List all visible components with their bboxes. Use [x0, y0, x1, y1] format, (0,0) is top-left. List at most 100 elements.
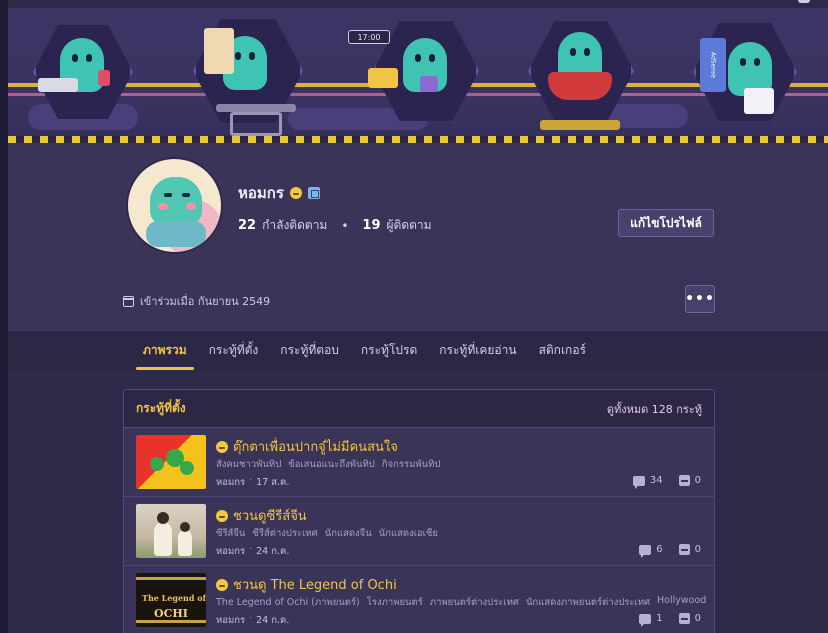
topic-meta: หอมกร · 24 ก.ค. [216, 544, 289, 559]
topic-row[interactable]: The Legend of OCHI ชวนดู The Legend of O… [124, 566, 714, 633]
topic-counts: 6 0 [639, 544, 701, 558]
member-badge-icon [307, 187, 320, 199]
profile-header: หอมกร 22 กำลังติดตาม • 19 ผู้ติดตาม แก้ไ… [8, 143, 828, 331]
comment-count: 1 [656, 613, 663, 624]
card-header: กระทู้ที่ตั้ง ดูทั้งหมด 128 กระทู้ [124, 390, 714, 428]
topic-title-text[interactable]: ชวนดู The Legend of Ochi [233, 574, 397, 595]
left-edge [0, 0, 8, 633]
topic-tags: The Legend of Ochi (ภาพยนตร์) โรงภาพยนตร… [216, 595, 706, 610]
topic-date: 24 ก.ค. [256, 615, 290, 626]
comment-count: 34 [649, 475, 663, 486]
card-title: กระทู้ที่ตั้ง [136, 401, 186, 415]
topic-tags: สังคมชาวพันทิป ข้อเสนอแนะถึงพันทิป กิจกร… [216, 457, 440, 472]
joined-date: เข้าร่วมเมื่อ กันยายน 2549 [123, 292, 270, 310]
followers-label[interactable]: ผู้ติดตาม [387, 216, 432, 235]
topic-meta: หอมกร · 24 ก.ค. [216, 613, 289, 628]
banner-stripe [8, 136, 828, 143]
vote-count: 0 [694, 613, 701, 624]
tag-link[interactable]: นักแสดงเอเชีย [379, 526, 438, 541]
smile-emoji-icon [216, 440, 228, 453]
comment-icon [639, 613, 652, 627]
profile-tabs: ภาพรวม กระทู้ที่ตั้ง กระทู้ที่ตอบ กระทู้… [8, 331, 828, 370]
topic-row[interactable]: ตุ๊กตาเพื่อนปากจู๋ไม่มีคนสนใจ สังคมชาวพั… [124, 428, 714, 497]
tag-link[interactable]: The Legend of Ochi (ภาพยนตร์) [216, 595, 360, 610]
laptop-prop [368, 68, 398, 88]
lift-prop [216, 104, 296, 112]
stat-separator: • [341, 218, 349, 233]
tag-link[interactable]: สังคมชาวพันทิป [216, 457, 281, 472]
joined-text: เข้าร่วมเมื่อ กันยายน 2549 [140, 295, 271, 308]
following-count[interactable]: 22 [238, 218, 256, 233]
tag-link[interactable]: ข้อเสนอแนะถึงพันทิป [288, 457, 375, 472]
flask-prop [420, 76, 438, 92]
comment-icon [632, 475, 645, 489]
adsense-phone: AdSense [700, 38, 726, 92]
tag-link[interactable]: กิจกรรมพันทิป [382, 457, 441, 472]
calendar-icon [123, 295, 134, 307]
avatar[interactable] [126, 157, 223, 254]
smile-emoji-icon [216, 509, 228, 522]
smile-emoji-icon [289, 187, 302, 199]
thumbnail-text: OCHI [154, 607, 188, 620]
tag-link[interactable]: Hollywood [657, 595, 706, 610]
laptop-prop [38, 78, 78, 92]
topic-title[interactable]: ชวนดูซีรีส์จีน [216, 505, 307, 526]
vote-icon [678, 475, 690, 486]
book-prop [98, 70, 110, 86]
username: หอมกร [238, 184, 284, 202]
topic-date: 17 ส.ค. [256, 477, 290, 488]
tab-favorite-topics[interactable]: กระทู้โปรด [350, 331, 428, 370]
more-options-button[interactable]: ••• [685, 285, 715, 313]
tag-link[interactable]: นักแสดงจีน [325, 526, 372, 541]
tab-read-history[interactable]: กระทู้ที่เคยอ่าน [428, 331, 527, 370]
topic-title[interactable]: ตุ๊กตาเพื่อนปากจู๋ไม่มีคนสนใจ [216, 436, 398, 457]
tab-overview[interactable]: ภาพรวม [132, 331, 198, 370]
tab-replied-topics[interactable]: กระทู้ที่ตอบ [269, 331, 350, 370]
window-corner-handle [798, 0, 810, 3]
bowl-prop [548, 72, 612, 100]
follow-stats: 22 กำลังติดตาม • 19 ผู้ติดตาม [238, 216, 432, 235]
lift-scissor-prop [230, 112, 282, 136]
posted-topics-card: กระทู้ที่ตั้ง ดูทั้งหมด 128 กระทู้ ตุ๊กต… [123, 389, 715, 633]
profile-banner: 17:00 AdSense [8, 8, 828, 143]
comment-icon [639, 544, 652, 558]
topic-thumbnail[interactable] [136, 435, 206, 489]
topic-counts: 34 0 [632, 475, 701, 489]
stand-prop [540, 120, 620, 130]
followers-count[interactable]: 19 [362, 218, 380, 233]
view-all-link[interactable]: ดูทั้งหมด 128 กระทู้ [607, 400, 702, 418]
clock-sign: 17:00 [348, 30, 390, 44]
meta-separator: · [249, 544, 253, 555]
canvas-prop [204, 28, 234, 74]
topic-title-text[interactable]: ตุ๊กตาเพื่อนปากจู๋ไม่มีคนสนใจ [233, 436, 398, 457]
tag-link[interactable]: นักแสดงภาพยนตร์ต่างประเทศ [526, 595, 650, 610]
meta-separator: · [249, 613, 253, 624]
topic-tags: ซีรีส์จีน ซีรีส์ต่างประเทศ นักแสดงจีน นั… [216, 526, 438, 541]
topic-thumbnail[interactable]: The Legend of OCHI [136, 573, 206, 627]
vote-icon [678, 613, 690, 624]
following-label[interactable]: กำลังติดตาม [262, 216, 327, 235]
tag-link[interactable]: ภาพยนตร์ต่างประเทศ [430, 595, 519, 610]
username-row: หอมกร [238, 181, 320, 205]
topic-title-text[interactable]: ชวนดูซีรีส์จีน [233, 505, 307, 526]
tab-posted-topics[interactable]: กระทู้ที่ตั้ง [198, 331, 270, 370]
vote-count: 0 [694, 544, 701, 555]
topic-row[interactable]: ชวนดูซีรีส์จีน ซีรีส์จีน ซีรีส์ต่างประเท… [124, 497, 714, 566]
tag-link[interactable]: ซีรีส์ต่างประเทศ [252, 526, 317, 541]
topic-author[interactable]: หอมกร [216, 475, 245, 490]
topic-title[interactable]: ชวนดู The Legend of Ochi [216, 574, 397, 595]
vote-icon [678, 544, 690, 555]
topic-thumbnail[interactable] [136, 504, 206, 558]
paper-prop [744, 88, 774, 114]
topic-author[interactable]: หอมกร [216, 544, 245, 559]
tab-stickers[interactable]: สติกเกอร์ [528, 331, 597, 370]
topic-author[interactable]: หอมกร [216, 613, 245, 628]
meta-separator: · [249, 475, 253, 486]
edit-profile-button[interactable]: แก้ไขโปรไฟล์ [618, 209, 714, 237]
tag-link[interactable]: โรงภาพยนตร์ [367, 595, 423, 610]
comment-count: 6 [656, 544, 663, 555]
topic-counts: 1 0 [639, 613, 701, 627]
tag-link[interactable]: ซีรีส์จีน [216, 526, 245, 541]
topic-date: 24 ก.ค. [256, 546, 290, 557]
thumbnail-text: The Legend of [142, 593, 206, 603]
